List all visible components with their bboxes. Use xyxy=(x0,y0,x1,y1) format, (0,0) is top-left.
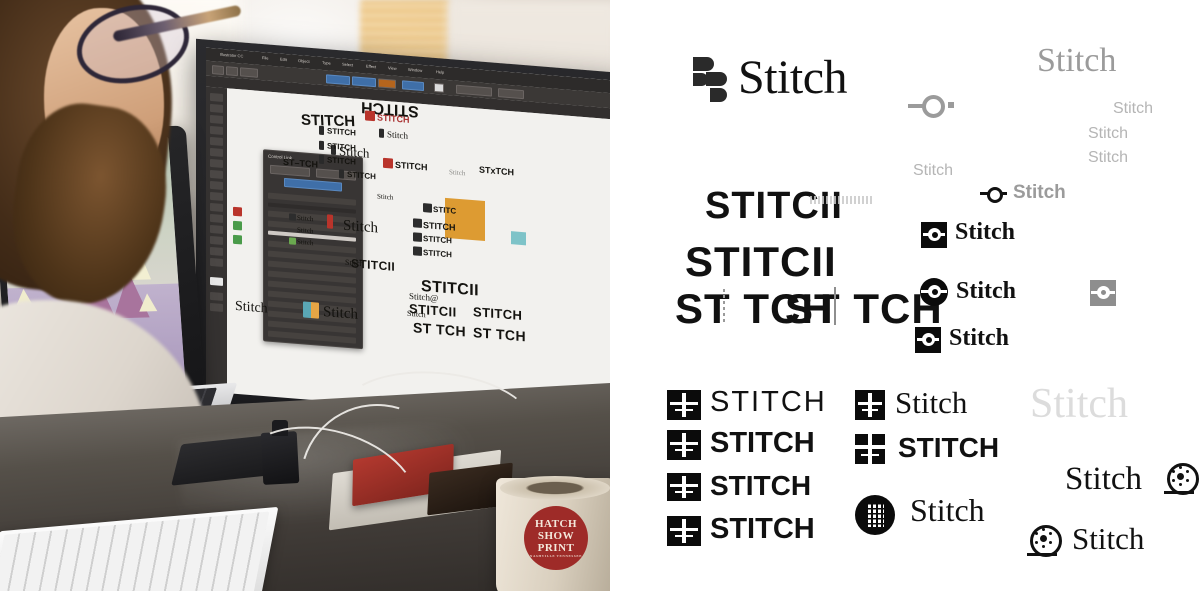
needle-square-icon xyxy=(667,430,701,460)
logo-wordmark-serif-gray: Stitch xyxy=(1037,42,1117,79)
canvas-mark: STITCH xyxy=(423,234,452,246)
canvas-mark: STITCH xyxy=(473,304,523,324)
menu-window[interactable]: Window xyxy=(408,67,422,73)
solid-line-icon xyxy=(834,287,836,325)
canvas-mark: STITC xyxy=(433,204,457,216)
logo-wordmark-needle-caps-1: STITCH xyxy=(710,386,827,418)
logo-wordmark-eye-gray: Stitch xyxy=(1013,182,1066,203)
logo-condensed-stitcii-1: STITCII xyxy=(705,185,843,227)
canvas-mark: Stitch xyxy=(297,237,314,248)
logo-wordmark-hairline: Stitch xyxy=(1030,381,1129,427)
toolbar-btn[interactable] xyxy=(240,67,258,78)
eye-in-square-icon xyxy=(921,222,947,248)
composite-image: Illustrator CC File Edit Object Type Sel… xyxy=(0,0,1200,591)
building-circle-icon xyxy=(855,495,895,535)
menu-view[interactable]: View xyxy=(388,65,397,71)
canvas-mark: ST TCH xyxy=(473,324,526,345)
canvas-mark: STITCH xyxy=(423,248,452,260)
menu-app[interactable]: Illustrator CC xyxy=(220,52,243,59)
eye-in-circle-icon xyxy=(920,278,948,306)
eye-in-square-icon xyxy=(915,327,941,353)
logo-condensed-stitcii-2: STITCII xyxy=(685,238,837,285)
canvas-mark: Stitch xyxy=(377,192,394,202)
toolbar-btn[interactable] xyxy=(212,65,224,76)
logo-wordmark-primary: Stitch xyxy=(738,51,848,104)
artboard-swatch-teal xyxy=(511,231,526,246)
logo-wordmark-eye-circle: Stitch xyxy=(956,278,1016,304)
logo-wordmark-spool-right: Stitch xyxy=(1065,461,1143,497)
menu-object[interactable]: Object xyxy=(298,58,310,64)
needle-square-icon xyxy=(855,390,885,420)
eye-in-square-gray-icon xyxy=(1090,280,1116,306)
needle-square-split-icon xyxy=(855,434,889,464)
logo-wordmark-sans-gray-d: Stitch xyxy=(913,162,954,179)
mug-logo-seal: HATCH SHOW PRINT NASHVILLE TENNESSEE xyxy=(524,506,588,570)
logo-wordmark-spool-left: Stitch xyxy=(1072,521,1145,556)
menu-help[interactable]: Help xyxy=(436,69,444,75)
logo-wordmark-needle-serif: Stitch xyxy=(895,385,968,420)
needle-square-icon xyxy=(667,473,701,501)
menu-file[interactable]: File xyxy=(262,55,268,61)
toolbar-btn[interactable] xyxy=(226,66,238,77)
logo-condensed-st-tch-2: ST TCH xyxy=(785,285,943,332)
toolbar-btn[interactable] xyxy=(378,78,396,89)
menu-effect[interactable]: Effect xyxy=(366,63,376,69)
menu-edit[interactable]: Edit xyxy=(280,57,287,63)
toolbar-btn[interactable] xyxy=(498,88,524,100)
toolbar-btn[interactable] xyxy=(434,82,444,93)
logo-variation-sheet: Stitch Stitch Stitch Stitch Stitch Stitc… xyxy=(610,0,1200,591)
canvas-mark: STITCH xyxy=(423,220,456,233)
toolbar-btn-active[interactable] xyxy=(402,80,424,92)
artboard-swatch-orange xyxy=(445,197,485,242)
illustrator-tool-palette[interactable] xyxy=(206,86,227,400)
mug-line-4: NASHVILLE TENNESSEE xyxy=(529,554,583,558)
logo-wordmark-building: Stitch xyxy=(910,492,985,528)
stacked-stitch-icon xyxy=(693,57,727,103)
coffee-mug-rim xyxy=(500,476,610,500)
logo-wordmark-eye-square-2: Stitch xyxy=(949,325,1009,351)
canvas-mark: Stitch xyxy=(297,213,314,224)
canvas-mark: Stitch xyxy=(449,168,466,178)
logo-wordmark-sans-gray-c: Stitch xyxy=(1088,149,1129,166)
logo-wordmark-eye-square-1: Stitch xyxy=(955,219,1015,245)
toolbar-btn[interactable] xyxy=(456,84,492,97)
mug-line-1: HATCH xyxy=(534,518,578,530)
logo-wordmark-needle-cond: STITCH xyxy=(898,432,1000,463)
logo-wordmark-needle-caps-4: STITCH xyxy=(710,513,815,545)
mug-line-3: PRINT xyxy=(537,542,575,554)
logo-wordmark-needle-caps-3: STITCH xyxy=(710,470,812,501)
menu-select[interactable]: Select xyxy=(342,62,353,68)
canvas-mark: Stitch xyxy=(323,304,359,323)
toolbar-btn-active[interactable] xyxy=(352,76,376,88)
canvas-mark: Stitch xyxy=(297,225,314,236)
menu-type[interactable]: Type xyxy=(322,60,331,66)
canvas-mark: ST TCH xyxy=(413,319,466,340)
logo-wordmark-needle-caps-2: STITCH xyxy=(710,427,815,459)
needle-square-icon xyxy=(667,390,701,420)
spool-icon xyxy=(1164,463,1200,497)
canvas-mark: STxTCH xyxy=(479,164,515,178)
dotted-stitch-line-icon xyxy=(723,289,725,323)
canvas-mark: Stitch xyxy=(343,217,379,237)
logo-wordmark-sans-gray-b: Stitch xyxy=(1088,125,1129,142)
needle-eye-icon xyxy=(908,93,966,119)
spool-icon xyxy=(1027,525,1064,559)
canvas-mark: STITCH xyxy=(395,159,428,173)
canvas-mark: STITCH xyxy=(377,112,410,125)
canvas-mark: Stitch xyxy=(407,308,426,320)
needle-square-icon xyxy=(667,516,701,546)
panel-primary-btn[interactable] xyxy=(284,177,342,192)
logo-wordmark-sans-gray-a: Stitch xyxy=(1113,100,1154,117)
canvas-mark: Stitch xyxy=(387,129,409,141)
canvas-mark: Stitch xyxy=(235,298,268,317)
stitch-squiggle-icon xyxy=(810,196,872,204)
needle-eye-icon xyxy=(980,185,1014,203)
toolbar-btn-active[interactable] xyxy=(326,74,350,86)
canvas-mark: STITCH xyxy=(327,126,356,138)
workspace-photograph: Illustrator CC File Edit Object Type Sel… xyxy=(0,0,610,591)
mug-line-2: SHOW xyxy=(537,530,575,542)
